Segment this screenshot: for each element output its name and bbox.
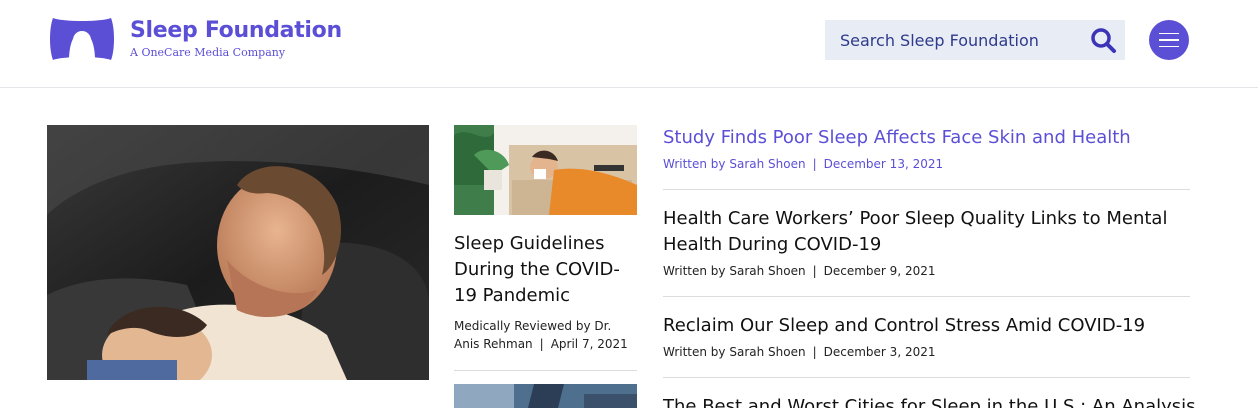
byline-author[interactable]: Sarah Shoen bbox=[729, 345, 805, 359]
byline-author[interactable]: Sarah Shoen bbox=[729, 264, 805, 278]
byline-prefix: Medically Reviewed by bbox=[454, 319, 591, 333]
article-list: Study Finds Poor Sleep Affects Face Skin… bbox=[663, 125, 1196, 408]
byline-date: December 9, 2021 bbox=[823, 264, 936, 278]
brand-subtitle: A OneCare Media Company bbox=[130, 46, 286, 59]
list-item: Health Care Workers’ Poor Sleep Quality … bbox=[663, 190, 1190, 297]
list-item: Reclaim Our Sleep and Control Stress Ami… bbox=[663, 297, 1190, 378]
hamburger-menu-button[interactable] bbox=[1149, 20, 1189, 60]
list-item: Study Finds Poor Sleep Affects Face Skin… bbox=[663, 125, 1190, 190]
search-bar bbox=[825, 20, 1125, 60]
byline-author[interactable]: Sarah Shoen bbox=[729, 157, 805, 171]
featured-article-card: Sleep Guidelines During the COVID-19 Pan… bbox=[454, 125, 637, 371]
featured-article-image[interactable] bbox=[454, 125, 637, 215]
byline-date: December 13, 2021 bbox=[823, 157, 944, 171]
second-article-image[interactable] bbox=[454, 384, 637, 408]
article-title[interactable]: Reclaim Our Sleep and Control Stress Ami… bbox=[663, 313, 1190, 339]
site-header: Sleep Foundation A OneCare Media Company bbox=[0, 0, 1258, 88]
hero-article-image[interactable] bbox=[47, 125, 429, 380]
search-button[interactable] bbox=[1089, 26, 1117, 54]
search-input[interactable] bbox=[825, 20, 1075, 60]
brand-logo-link[interactable]: Sleep Foundation A OneCare Media Company bbox=[47, 16, 342, 62]
byline-date: December 3, 2021 bbox=[823, 345, 936, 359]
list-item: The Best and Worst Cities for Sleep in t… bbox=[663, 378, 1196, 408]
article-byline: Written by Sarah Shoen | December 3, 2021 bbox=[663, 345, 936, 359]
article-title[interactable]: Health Care Workers’ Poor Sleep Quality … bbox=[663, 206, 1190, 258]
article-byline: Written by Sarah Shoen | December 9, 2021 bbox=[663, 264, 936, 278]
search-icon bbox=[1091, 28, 1116, 53]
pillow-logo-icon bbox=[50, 18, 114, 60]
article-byline: Written by Sarah Shoen | December 13, 2021 bbox=[663, 157, 944, 171]
hamburger-menu-icon bbox=[1159, 32, 1179, 35]
divider bbox=[454, 370, 637, 371]
featured-photo bbox=[454, 125, 637, 215]
byline-date: April 7, 2021 bbox=[550, 337, 628, 351]
article-title[interactable]: The Best and Worst Cities for Sleep in t… bbox=[663, 394, 1196, 408]
hero-photo bbox=[47, 125, 429, 380]
featured-article-byline: Medically Reviewed by Dr. Anis Rehman | Ap… bbox=[454, 319, 628, 351]
second-photo bbox=[454, 384, 637, 408]
article-title[interactable]: Study Finds Poor Sleep Affects Face Skin… bbox=[663, 125, 1190, 151]
featured-article-title[interactable]: Sleep Guidelines During the COVID-19 Pan… bbox=[454, 231, 637, 309]
brand-title: Sleep Foundation bbox=[130, 18, 342, 43]
